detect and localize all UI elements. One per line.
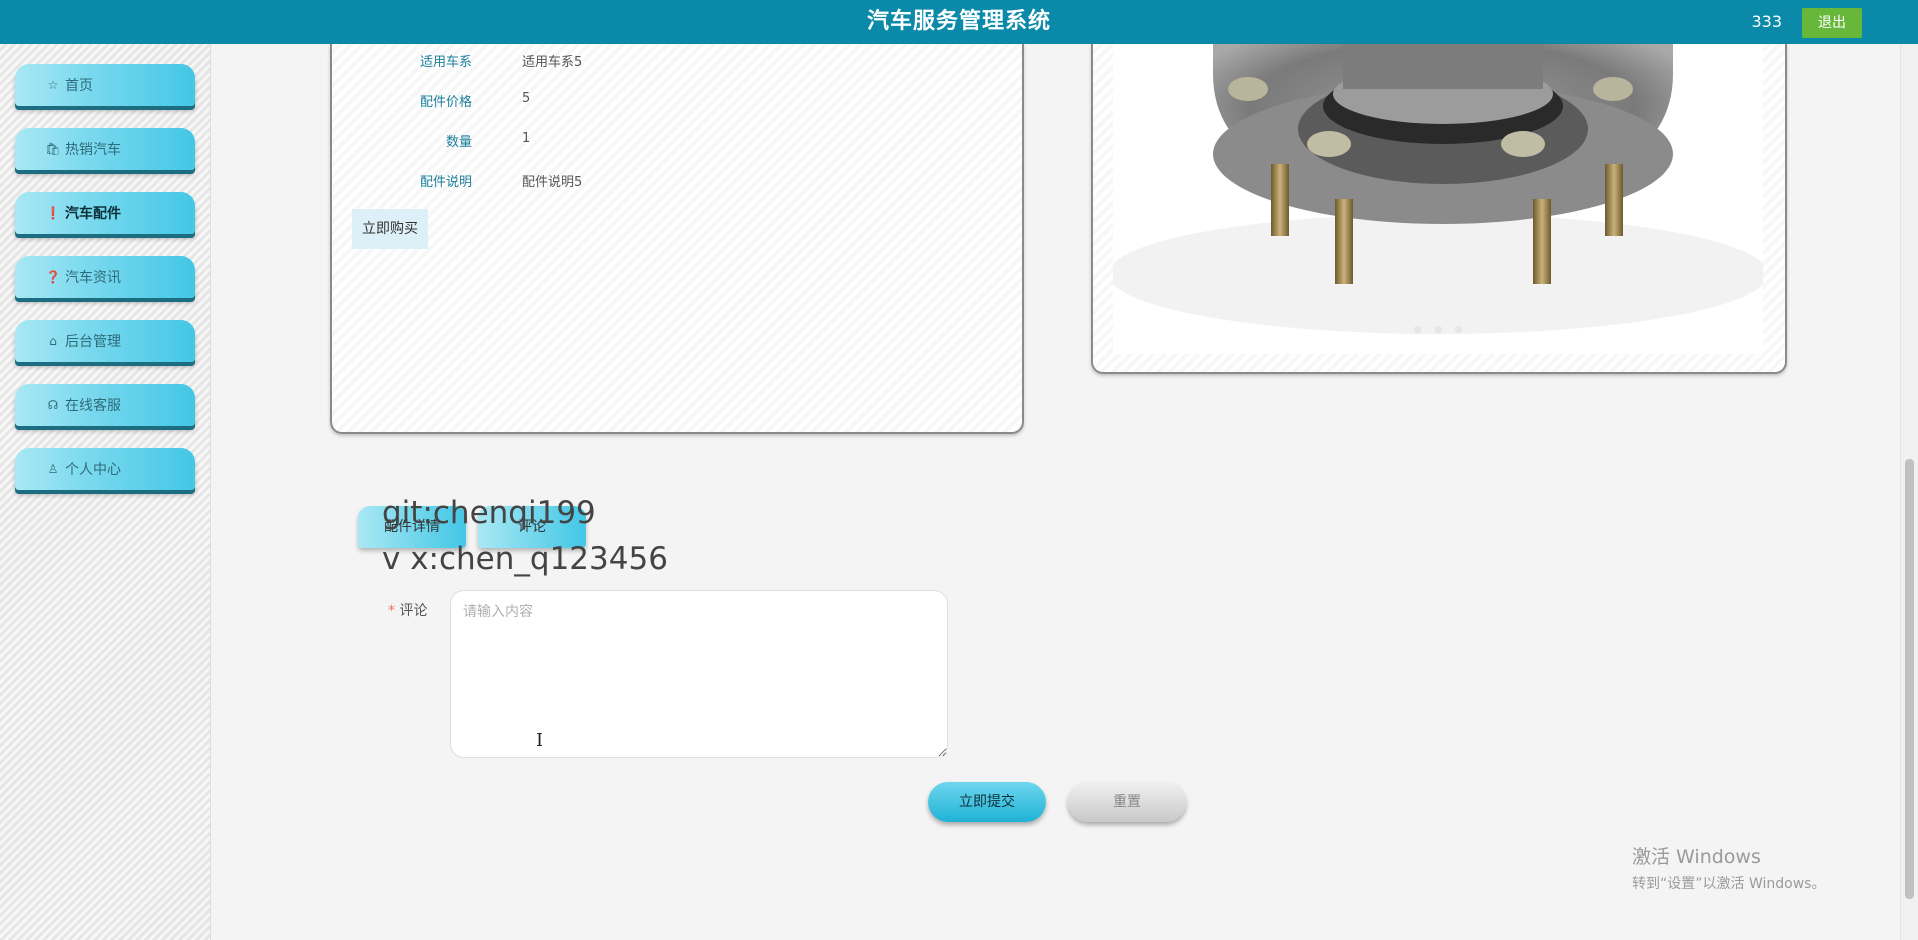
sidebar: ☆ 首页 🛍 热销汽车 ❗ 汽车配件 ❓ 汽车资讯 ⌂ 后台管理 ☊ 在线客服 … xyxy=(0,44,211,940)
sidebar-item-label: 在线客服 xyxy=(65,398,121,414)
detail-panel: 适用车系 适用车系5 配件价格 5 数量 1 配件说明 配件说明5 立即购买 xyxy=(330,44,1024,434)
text-cursor-icon: I xyxy=(536,730,544,751)
field-value: 1 xyxy=(522,131,531,146)
field-label: 配件价格 xyxy=(419,95,472,110)
buy-now-button[interactable]: 立即购买 xyxy=(352,209,428,249)
carousel-dot[interactable] xyxy=(1434,326,1442,333)
user-icon: ♙ xyxy=(47,462,59,476)
activation-hint: 转到“设置”以激活 Windows。 xyxy=(1632,876,1826,892)
carousel-dot[interactable] xyxy=(1414,326,1422,333)
top-header: 汽车服务管理系统 333 退出 xyxy=(0,0,1918,44)
field-label: 数量 xyxy=(445,135,472,150)
vertical-scrollbar[interactable] xyxy=(1900,44,1918,940)
headset-icon: ☊ xyxy=(47,398,59,412)
required-mark: * xyxy=(388,603,400,619)
comment-label: * 评论 xyxy=(388,600,427,620)
wheel-hub-image xyxy=(1113,44,1763,334)
reset-button[interactable]: 重置 xyxy=(1068,782,1186,822)
star-icon: ☆ xyxy=(47,78,59,92)
sidebar-item-home[interactable]: ☆ 首页 xyxy=(15,64,195,106)
scrollbar-thumb[interactable] xyxy=(1905,459,1914,899)
carousel-indicators xyxy=(1113,318,1763,337)
comment-label-text: 评论 xyxy=(399,603,428,619)
sidebar-item-admin[interactable]: ⌂ 后台管理 xyxy=(15,320,195,362)
overlay-contact-text: git:chenqi199 v x:chen_q123456 xyxy=(382,490,668,582)
app-title: 汽车服务管理系统 xyxy=(866,9,1051,34)
overlay-line: git:chenqi199 xyxy=(382,495,596,531)
submit-button[interactable]: 立即提交 xyxy=(928,782,1046,822)
sidebar-item-news[interactable]: ❓ 汽车资讯 xyxy=(15,256,195,298)
image-panel xyxy=(1091,44,1787,374)
username: 333 xyxy=(1751,12,1782,31)
sidebar-item-label: 首页 xyxy=(65,78,93,94)
sidebar-item-parts[interactable]: ❗ 汽车配件 xyxy=(15,192,195,234)
sidebar-item-label: 汽车资讯 xyxy=(65,270,121,286)
sidebar-item-hot-cars[interactable]: 🛍 热销汽车 xyxy=(15,128,195,170)
comment-textarea[interactable] xyxy=(450,590,948,758)
sidebar-item-label: 个人中心 xyxy=(65,462,121,478)
field-value: 5 xyxy=(522,91,531,106)
field-value: 适用车系5 xyxy=(522,55,583,70)
field-label: 配件说明 xyxy=(419,175,472,190)
shop-icon: ⌂ xyxy=(49,334,57,348)
bag-icon: 🛍 xyxy=(45,142,61,156)
activation-title: 激活 Windows xyxy=(1632,846,1761,868)
windows-activation-notice: 激活 Windows 转到“设置”以激活 Windows。 xyxy=(1632,842,1825,893)
field-value: 配件说明5 xyxy=(522,175,583,190)
question-icon: ❓ xyxy=(45,270,61,284)
sidebar-item-label: 汽车配件 xyxy=(65,206,121,222)
carousel-dot[interactable] xyxy=(1454,326,1462,333)
logout-button[interactable]: 退出 xyxy=(1802,8,1862,38)
sidebar-item-support[interactable]: ☊ 在线客服 xyxy=(15,384,195,426)
sidebar-item-label: 热销汽车 xyxy=(65,142,121,158)
sidebar-item-label: 后台管理 xyxy=(65,334,121,350)
product-image xyxy=(1113,44,1763,354)
sidebar-item-profile[interactable]: ♙ 个人中心 xyxy=(15,448,195,490)
overlay-line: v x:chen_q123456 xyxy=(382,541,668,577)
info-icon: ❗ xyxy=(45,206,61,220)
field-label: 适用车系 xyxy=(419,55,472,70)
